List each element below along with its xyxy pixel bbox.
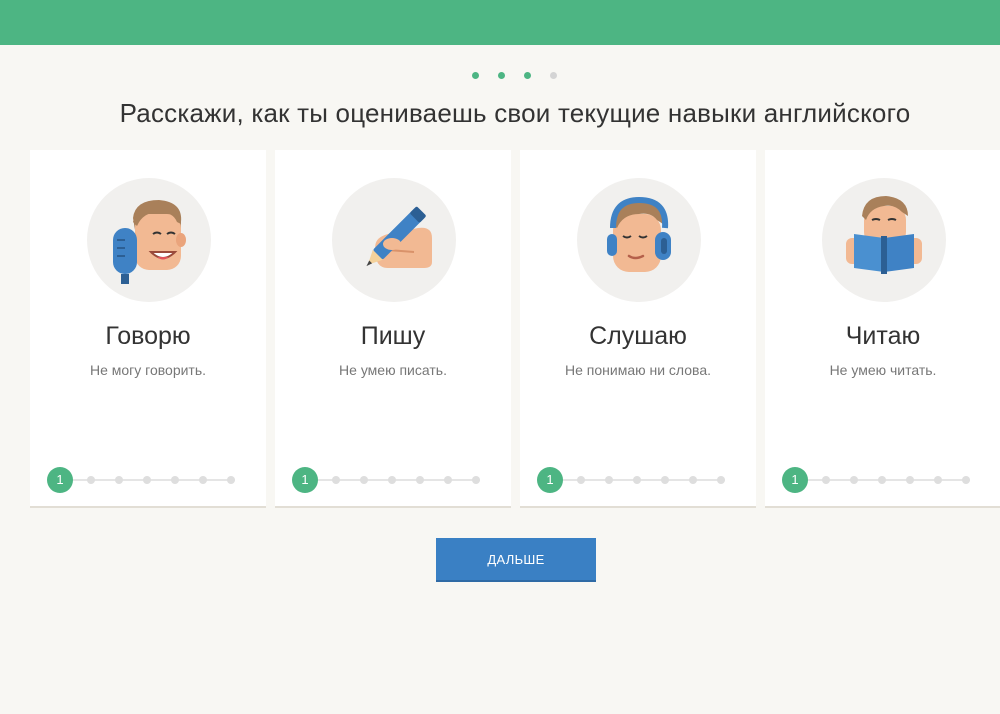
card-description: Не понимаю ни слова. [564, 362, 711, 378]
level-scale[interactable]: 1 [537, 467, 737, 493]
card-title: Говорю [105, 322, 191, 350]
reading-icon [846, 196, 922, 274]
page-title: Расскажи, как ты оцениваешь свои текущие… [119, 98, 911, 128]
writing-icon [366, 206, 432, 268]
card-description: Не умею писать. [339, 362, 447, 378]
listening-icon [607, 196, 671, 272]
scale-point-7[interactable] [717, 476, 725, 484]
scale-selected-level[interactable]: 1 [537, 467, 563, 493]
scale-point-3[interactable] [850, 476, 858, 484]
speaking-icon [113, 200, 186, 284]
scale-point-7[interactable] [227, 476, 235, 484]
scale-point-4[interactable] [633, 476, 641, 484]
card-title: Слушаю [589, 322, 687, 350]
step-indicator [0, 72, 1000, 80]
scale-point-4[interactable] [388, 476, 396, 484]
card-description: Не могу говорить. [89, 362, 207, 378]
scale-point-6[interactable] [934, 476, 942, 484]
level-scale[interactable]: 1 [47, 467, 247, 493]
scale-point-2[interactable] [822, 476, 830, 484]
scale-point-5[interactable] [171, 476, 179, 484]
scale-point-7[interactable] [962, 476, 970, 484]
top-bar [0, 0, 1000, 45]
step-dot-3 [524, 72, 531, 79]
next-button[interactable]: ДАЛЬШЕ [436, 538, 596, 582]
level-scale[interactable]: 1 [782, 467, 982, 493]
scale-point-5[interactable] [906, 476, 914, 484]
skill-card-speaking[interactable]: Говорю Не могу говорить. 1 [30, 150, 266, 508]
scale-point-6[interactable] [689, 476, 697, 484]
scale-point-5[interactable] [416, 476, 424, 484]
card-description: Не умею читать. [829, 362, 937, 378]
scale-point-3[interactable] [360, 476, 368, 484]
skill-card-reading[interactable]: Читаю Не умею читать. 1 [765, 150, 1000, 508]
step-dot-2 [498, 72, 505, 79]
scale-point-2[interactable] [577, 476, 585, 484]
scale-point-4[interactable] [143, 476, 151, 484]
scale-point-2[interactable] [87, 476, 95, 484]
scale-selected-level[interactable]: 1 [292, 467, 318, 493]
card-title: Пишу [360, 322, 426, 350]
scale-selected-level[interactable]: 1 [782, 467, 808, 493]
scale-point-7[interactable] [472, 476, 480, 484]
scale-point-5[interactable] [661, 476, 669, 484]
skill-card-listening[interactable]: Слушаю Не понимаю ни слова. 1 [520, 150, 756, 508]
scale-point-6[interactable] [444, 476, 452, 484]
scale-point-3[interactable] [115, 476, 123, 484]
avatar [332, 178, 456, 302]
avatar [577, 178, 701, 302]
step-dot-1 [472, 72, 479, 79]
scale-point-2[interactable] [332, 476, 340, 484]
scale-point-6[interactable] [199, 476, 207, 484]
avatar [87, 178, 211, 302]
level-scale[interactable]: 1 [292, 467, 492, 493]
step-dot-4 [550, 72, 557, 79]
skill-card-writing[interactable]: Пишу Не умею писать. 1 [275, 150, 511, 508]
scale-point-4[interactable] [878, 476, 886, 484]
scale-point-3[interactable] [605, 476, 613, 484]
card-title: Читаю [845, 322, 921, 350]
scale-selected-level[interactable]: 1 [47, 467, 73, 493]
avatar [822, 178, 946, 302]
